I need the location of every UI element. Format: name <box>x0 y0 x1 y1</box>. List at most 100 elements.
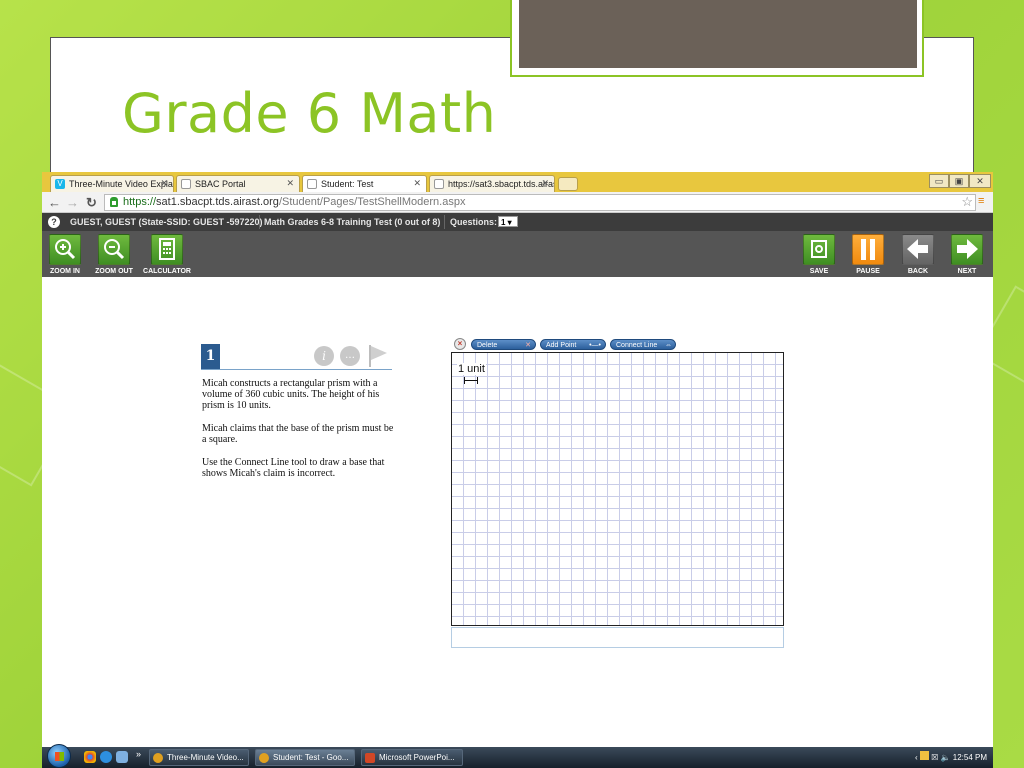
page-icon <box>434 179 444 189</box>
test-content: 1 i … Micah constructs a rectangular pri… <box>42 277 993 747</box>
system-tray: ‹ ☒ 🔈 12:54 PM <box>915 751 987 762</box>
tab-label: Student: Test <box>321 179 374 189</box>
taskbar-item-powerpoint[interactable]: Microsoft PowerPoi... <box>361 749 463 766</box>
back-icon[interactable]: ← <box>48 195 61 210</box>
zoom-in-button[interactable]: ZOOM IN <box>44 234 86 275</box>
question-header-line <box>201 369 392 370</box>
save-icon <box>811 240 827 258</box>
taskbar-item-video[interactable]: Three-Minute Video... <box>149 749 249 766</box>
info-icon[interactable]: i <box>314 346 334 366</box>
pause-icon <box>861 239 875 260</box>
reload-icon[interactable]: ↻ <box>86 195 97 211</box>
navigation-bar: ← → ↻ https://sat1.sbacpt.tds.airast.org… <box>42 192 993 213</box>
close-icon[interactable]: ✕ <box>541 178 549 189</box>
connect-line-icon: ⇔ <box>665 342 672 349</box>
test-name: Math Grades 6-8 Training Test (0 out of … <box>264 217 441 227</box>
close-icon[interactable]: ✕ <box>286 178 294 189</box>
page-icon <box>181 179 191 189</box>
desktop-icon[interactable] <box>116 751 128 763</box>
tab-sat3[interactable]: https://sat3.sbacpt.tds.airas ✕ <box>429 175 555 192</box>
close-icon[interactable]: ✕ <box>160 178 168 189</box>
back-button[interactable]: BACK <box>897 234 939 275</box>
ie-icon[interactable] <box>100 751 112 763</box>
windows-taskbar: » Three-Minute Video... Student: Test - … <box>42 744 993 768</box>
question-paragraph: Use the Connect Line tool to draw a base… <box>202 457 385 479</box>
back-label: BACK <box>907 268 929 275</box>
zoom-in-icon <box>55 239 76 260</box>
overflow-chevron[interactable]: » <box>136 749 141 759</box>
new-tab-button[interactable] <box>558 177 578 191</box>
volume-icon[interactable]: 🔈 <box>941 753 951 762</box>
tray-arrow-icon[interactable]: ‹ <box>915 753 918 762</box>
save-label: SAVE <box>809 268 829 275</box>
next-button[interactable]: NEXT <box>946 234 988 275</box>
tray-app-icon[interactable] <box>919 751 929 760</box>
back-arrow-icon <box>907 239 928 259</box>
tab-label: https://sat3.sbacpt.tds.airas <box>448 179 555 189</box>
close-icon[interactable]: ✕ <box>413 178 421 189</box>
calculator-icon <box>159 238 175 260</box>
clear-icon[interactable]: × <box>454 338 466 350</box>
delete-x-icon: ✕ <box>525 342 531 349</box>
taskbar-item-student-test[interactable]: Student: Test - Goo... <box>255 749 355 766</box>
lock-icon <box>110 197 118 207</box>
bookmark-star-icon[interactable]: ☆ <box>961 194 973 210</box>
calculator-button[interactable]: CALCULATOR <box>142 234 192 275</box>
point-icon: •—• <box>589 342 601 349</box>
tab-bar: V Three-Minute Video Expla ✕ SBAC Portal… <box>42 172 993 192</box>
url-scheme: https:// <box>123 196 157 208</box>
url-path: /Student/Pages/TestShellModern.aspx <box>278 196 466 208</box>
address-bar[interactable]: https://sat1.sbacpt.tds.airast.org/Stude… <box>104 194 976 211</box>
start-button[interactable] <box>47 744 71 768</box>
questions-label: Questions: <box>450 217 498 227</box>
taskbar-item-label: Three-Minute Video... <box>167 753 244 762</box>
drawing-grid[interactable]: 1 unit <box>451 352 784 626</box>
menu-icon[interactable]: ≡ <box>978 195 990 207</box>
slide-photo-frame <box>510 0 924 77</box>
connect-line-label: Connect Line <box>616 342 658 349</box>
comment-icon[interactable]: … <box>340 346 360 366</box>
delete-button[interactable]: Delete ✕ <box>471 339 536 350</box>
powerpoint-icon <box>365 753 375 763</box>
question-paragraph: Micah constructs a rectangular prism wit… <box>202 378 380 411</box>
browser-window: V Three-Minute Video Expla ✕ SBAC Portal… <box>42 172 993 768</box>
next-label: NEXT <box>957 268 977 275</box>
maximize-button[interactable]: ▣ <box>949 174 969 188</box>
page-icon <box>307 179 317 189</box>
connect-line-button[interactable]: Connect Line ⇔ <box>610 339 676 350</box>
test-info-bar: ? GUEST, GUEST (State-SSID: GUEST -59722… <box>42 213 993 231</box>
next-arrow-icon <box>957 239 978 259</box>
divider <box>444 215 445 229</box>
vimeo-icon: V <box>55 179 65 189</box>
zoom-in-label: ZOOM IN <box>50 268 80 275</box>
divider <box>259 215 260 229</box>
zoom-out-icon <box>104 239 125 260</box>
chrome-icon <box>259 753 269 763</box>
flag-icon[interactable] <box>369 345 387 367</box>
unit-scale-bar <box>464 377 478 384</box>
tab-video[interactable]: V Three-Minute Video Expla ✕ <box>50 175 174 192</box>
slide-title: Grade 6 Math <box>122 82 497 145</box>
tab-sbac-portal[interactable]: SBAC Portal ✕ <box>176 175 300 192</box>
forward-icon[interactable]: → <box>66 195 79 210</box>
chrome-icon[interactable] <box>84 751 96 763</box>
clock[interactable]: 12:54 PM <box>953 753 987 762</box>
add-point-button[interactable]: Add Point •—• <box>540 339 606 350</box>
pause-button[interactable]: PAUSE <box>847 234 889 275</box>
tab-label: Three-Minute Video Expla <box>69 179 173 189</box>
zoom-out-label: ZOOM OUT <box>95 268 133 275</box>
pause-label: PAUSE <box>856 268 880 275</box>
chrome-icon <box>153 753 163 763</box>
unit-label: 1 unit <box>457 363 486 375</box>
question-paragraph: Micah claims that the base of the prism … <box>202 423 394 445</box>
help-icon[interactable]: ? <box>48 216 60 228</box>
delete-label: Delete <box>477 342 498 349</box>
zoom-out-button[interactable]: ZOOM OUT <box>93 234 135 275</box>
question-select[interactable]: 1 ▾ <box>498 216 518 227</box>
save-button[interactable]: SAVE <box>798 234 840 275</box>
minimize-button[interactable]: ▭ <box>929 174 949 188</box>
answer-box[interactable] <box>451 627 784 648</box>
close-window-button[interactable]: ✕ <box>969 174 991 188</box>
tab-student-test[interactable]: Student: Test ✕ <box>302 175 427 192</box>
network-icon[interactable]: ☒ <box>931 753 938 762</box>
